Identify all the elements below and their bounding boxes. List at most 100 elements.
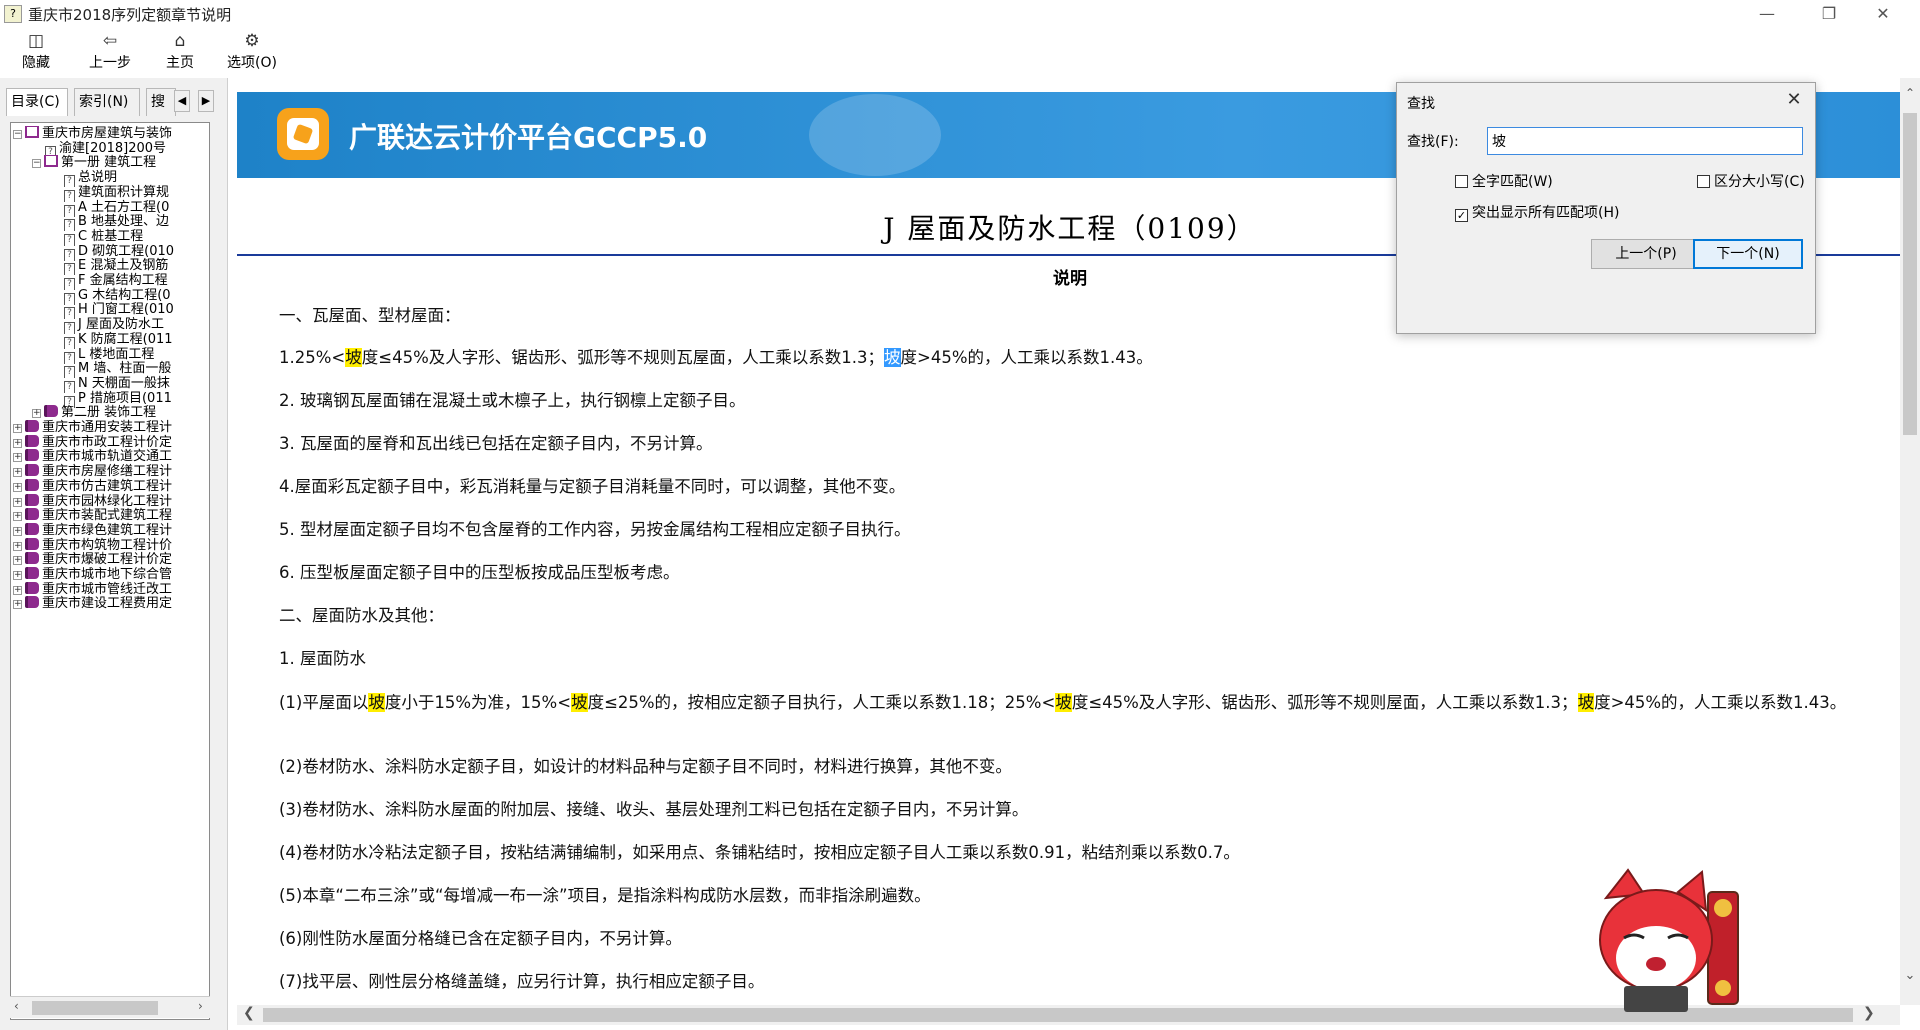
scroll-right-icon[interactable]: › — [198, 999, 203, 1013]
app-icon: ? — [4, 5, 22, 23]
scroll-up-icon[interactable]: ⌃ — [1900, 86, 1920, 102]
match-case-label: 区分大小写(C) — [1714, 174, 1805, 190]
book-closed-icon — [25, 508, 39, 521]
book-closed-icon — [25, 434, 39, 447]
tree-item[interactable]: + 重庆市建设工程费用定 — [13, 595, 209, 613]
tab-index[interactable]: 索引(N) — [74, 88, 140, 116]
match-case-checkbox[interactable]: 区分大小写(C) — [1697, 173, 1805, 191]
whole-word-label: 全字匹配(W) — [1472, 174, 1553, 190]
book-closed-icon — [25, 493, 39, 506]
fox-mascot-image[interactable] — [1594, 868, 1744, 1018]
checkbox-box[interactable]: ✓ — [1455, 209, 1468, 222]
expand-icon[interactable]: + — [13, 497, 22, 507]
find-next-button[interactable]: 下一个(N) — [1693, 239, 1803, 269]
expand-icon[interactable]: + — [13, 526, 22, 536]
document-paragraph: 2. 玻璃钢瓦屋面铺在混凝土或木檩子上，执行钢檩上定额子目。 — [279, 391, 746, 410]
banner-cloud-logo — [809, 94, 941, 176]
tab-scroll-left-icon[interactable]: ◀ — [174, 90, 190, 112]
search-match-highlight: 坡 — [368, 693, 385, 712]
expand-icon[interactable]: + — [13, 541, 22, 551]
tab-contents[interactable]: 目录(C) — [6, 88, 68, 116]
book-closed-icon — [25, 537, 39, 550]
tab-search[interactable]: 搜 — [146, 88, 176, 116]
expand-icon[interactable]: + — [13, 512, 22, 522]
find-previous-button[interactable]: 上一个(P) — [1591, 239, 1701, 269]
toolbar: ◫ 隐藏 ⇦ 上一步 ⌂ 主页 ⚙ 选项(O) — [0, 28, 1920, 78]
find-dialog-title: 查找 — [1407, 96, 1435, 112]
banner-title: 广联达云计价平台GCCP5.0 — [349, 121, 708, 154]
book-closed-icon — [44, 405, 58, 418]
tree-scroll-thumb[interactable] — [32, 1001, 158, 1015]
document-paragraph: 1. 屋面防水 — [279, 649, 366, 668]
book-closed-icon — [25, 552, 39, 565]
tab-scroll-right-icon[interactable]: ▶ — [198, 90, 214, 112]
whole-word-checkbox[interactable]: 全字匹配(W) — [1455, 173, 1553, 191]
expand-icon[interactable]: + — [13, 424, 22, 433]
contents-tree[interactable]: − 重庆市房屋建筑与装饰? 渝建[2018]200号 − 第一册 建筑工程? 总说明? 建筑… — [10, 122, 210, 1020]
vertical-scroll-thumb[interactable] — [1903, 113, 1917, 435]
collapse-icon[interactable]: − — [32, 159, 41, 169]
tree-horizontal-scrollbar[interactable]: ‹ › — [10, 996, 210, 1018]
checkbox-box[interactable] — [1697, 175, 1710, 188]
back-button[interactable]: ⇦ 上一步 — [82, 30, 138, 76]
title-bar: ? 重庆市2018序列定额章节说明 — ❐ ✕ — [0, 0, 1920, 28]
expand-icon[interactable]: + — [13, 556, 22, 566]
close-icon[interactable]: ✕ — [1783, 89, 1805, 111]
scroll-down-icon[interactable]: ⌄ — [1900, 968, 1920, 988]
gccp-logo — [277, 108, 329, 160]
checkbox-box[interactable] — [1455, 175, 1468, 188]
search-match-highlight: 坡 — [1055, 693, 1072, 712]
book-closed-icon — [25, 596, 39, 609]
back-label: 上一步 — [89, 55, 131, 71]
document-paragraph: 二、屋面防水及其他： — [279, 606, 444, 625]
document-paragraph: (3)卷材防水、涂料防水屋面的附加层、接缝、收头、基层处理剂工料已包括在定额子目… — [279, 800, 1029, 819]
highlight-all-label: 突出显示所有匹配项(H) — [1472, 205, 1620, 221]
search-match-highlight: 坡 — [345, 348, 362, 367]
expand-icon[interactable]: + — [13, 482, 22, 492]
document-paragraph: 4.屋面彩瓦定额子目中，彩瓦消耗量与定额子目消耗量不同时，可以调整，其他不变。 — [279, 477, 906, 496]
expand-icon[interactable]: + — [32, 409, 41, 419]
find-label: 查找(F): — [1407, 134, 1459, 150]
scroll-left-icon[interactable]: ❮ — [243, 1005, 255, 1021]
find-dialog: 查找 ✕ 查找(F): 全字匹配(W) 区分大小写(C) ✓ 突出显示所有匹配项(… — [1396, 82, 1816, 334]
scroll-left-icon[interactable]: ‹ — [14, 999, 19, 1013]
document-paragraph: 1.25%<坡度≤45%及人字形、锯齿形、弧形等不规则瓦屋面，人工乘以系数1.3… — [279, 348, 1153, 367]
restore-icon[interactable]: ❐ — [1806, 0, 1852, 28]
options-button[interactable]: ⚙ 选项(O) — [222, 30, 282, 76]
expand-icon[interactable]: + — [13, 571, 22, 580]
minimize-icon[interactable]: — — [1744, 0, 1790, 28]
book-closed-icon — [25, 464, 39, 477]
document-vertical-scrollbar[interactable]: ⌃ ⌄ — [1900, 78, 1920, 1005]
document-paragraph: (1)平屋面以坡度小于15%为准，15%<坡度≤25%的，按相应定额子目执行，人… — [279, 693, 1847, 712]
window-title: 重庆市2018序列定额章节说明 — [28, 6, 232, 24]
book-closed-icon — [25, 478, 39, 491]
expand-icon[interactable]: + — [13, 468, 22, 478]
back-arrow-icon: ⇦ — [102, 31, 118, 51]
book-open-icon — [44, 155, 58, 168]
options-icon: ⚙ — [244, 31, 260, 51]
document-paragraph: 6. 压型板屋面定额子目中的压型板按成品压型板考虑。 — [279, 563, 680, 582]
search-match-highlight: 坡 — [1577, 693, 1595, 712]
hide-button[interactable]: ◫ 隐藏 — [14, 30, 58, 76]
home-icon: ⌂ — [174, 31, 186, 51]
hide-label: 隐藏 — [22, 55, 50, 71]
home-label: 主页 — [166, 55, 194, 71]
expand-icon[interactable]: + — [13, 438, 22, 448]
book-closed-icon — [25, 567, 39, 579]
search-match-highlight: 坡 — [884, 348, 901, 367]
expand-icon[interactable]: + — [13, 600, 22, 610]
book-closed-icon — [25, 449, 39, 462]
document-paragraph: (4)卷材防水冷粘法定额子目，按粘结满铺编制，如采用点、条铺粘结时，按相应定额子… — [279, 843, 1240, 862]
find-input[interactable] — [1487, 127, 1803, 155]
expand-icon[interactable]: + — [13, 585, 22, 595]
collapse-icon[interactable]: − — [13, 130, 22, 139]
home-button[interactable]: ⌂ 主页 — [160, 30, 200, 76]
options-label: 选项(O) — [227, 55, 277, 71]
highlight-all-checkbox[interactable]: ✓ 突出显示所有匹配项(H) — [1455, 204, 1619, 222]
close-icon[interactable]: ✕ — [1860, 0, 1906, 28]
scroll-right-icon[interactable]: ❯ — [1863, 1005, 1875, 1021]
book-open-icon — [25, 126, 39, 138]
book-closed-icon — [25, 581, 39, 594]
book-closed-icon — [25, 522, 39, 535]
expand-icon[interactable]: + — [13, 453, 22, 463]
